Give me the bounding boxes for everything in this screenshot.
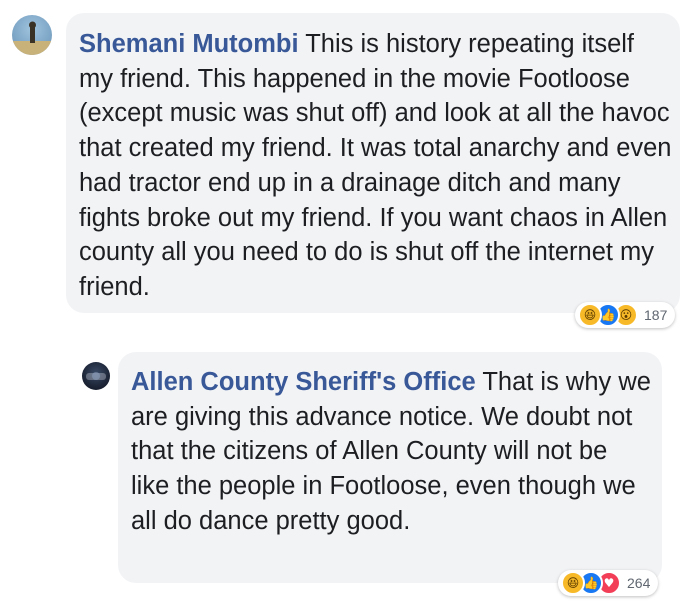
comment-bubble: Shemani Mutombi This is history repeatin… bbox=[66, 13, 680, 313]
profile-photo-icon bbox=[12, 21, 52, 55]
reply-reaction-count: 264 bbox=[627, 575, 651, 591]
reply-reaction-summary[interactable]: 😆 👍 ♥ 264 bbox=[558, 570, 659, 596]
reaction-summary[interactable]: 😆 👍 😮 187 bbox=[575, 302, 676, 328]
comment-text: This is history repeating itself my frie… bbox=[79, 30, 672, 301]
comment-body: Shemani Mutombi This is history repeatin… bbox=[79, 27, 675, 305]
reply-author-link[interactable]: Allen County Sheriff's Office bbox=[131, 368, 476, 396]
reply-avatar[interactable] bbox=[82, 362, 110, 390]
reply-body: Allen County Sheriff's Office That is wh… bbox=[131, 365, 651, 539]
comment-author-link[interactable]: Shemani Mutombi bbox=[79, 30, 299, 58]
reply-bubble: Allen County Sheriff's Office That is wh… bbox=[118, 352, 662, 583]
reaction-count: 187 bbox=[644, 307, 668, 323]
sheriff-profile-photo-icon bbox=[86, 372, 106, 380]
commenter-avatar[interactable] bbox=[12, 15, 52, 55]
haha-reaction-icon: 😆 bbox=[578, 303, 602, 327]
haha-reaction-icon: 😆 bbox=[561, 571, 585, 595]
